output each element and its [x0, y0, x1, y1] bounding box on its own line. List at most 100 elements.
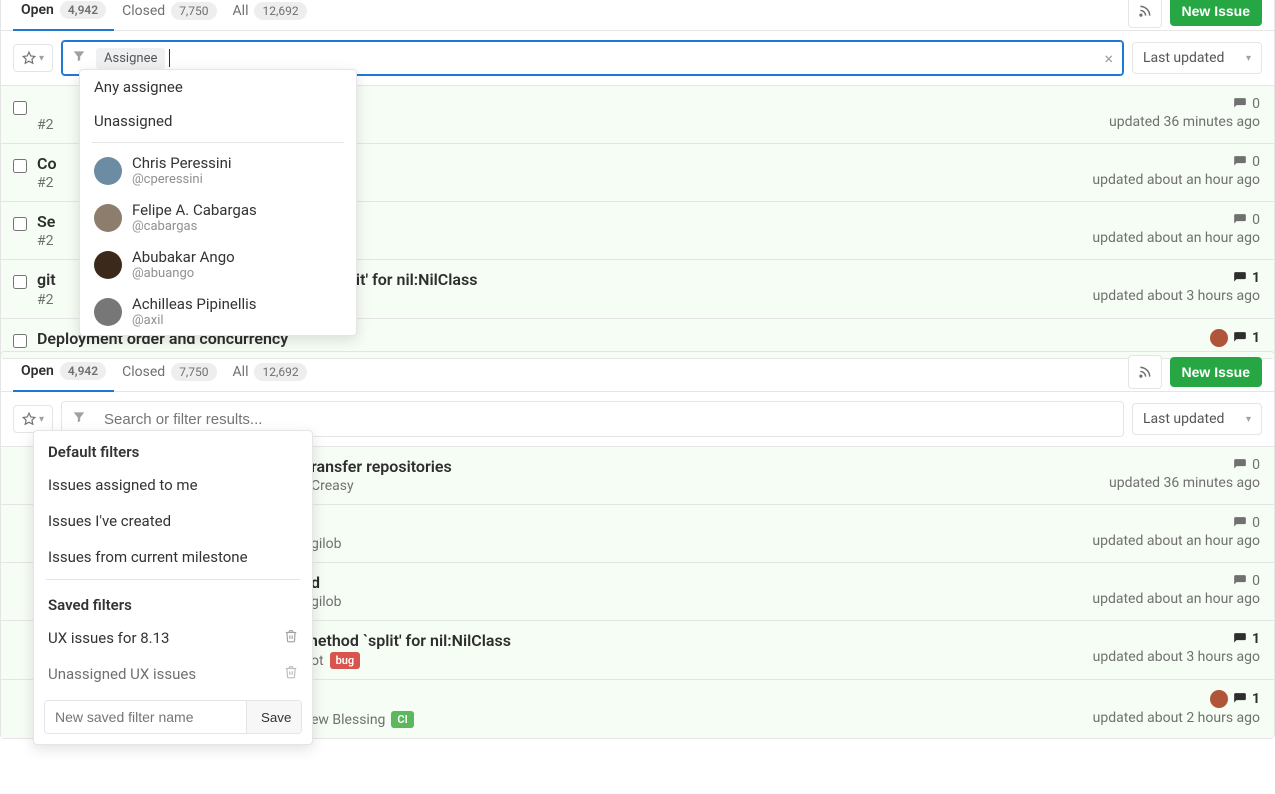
tab-closed-label: Closed [122, 3, 165, 19]
chevron-down-icon: ▾ [1246, 414, 1251, 425]
trash-icon[interactable] [284, 665, 298, 683]
default-filters-header: Default filters [34, 431, 312, 467]
comment-count: 0 [1233, 154, 1260, 170]
assignee-avatar [1210, 329, 1228, 347]
tab-open[interactable]: Open 4,942 [13, 0, 114, 31]
sort-label: Last updated [1143, 411, 1224, 427]
label-ci: CI [391, 711, 413, 728]
issue-meta: Creasy [311, 478, 452, 494]
filter-created-by-me[interactable]: Issues I've created [34, 503, 312, 539]
text-cursor [169, 49, 170, 67]
tab-all-label: All [233, 3, 249, 19]
issue-meta: #2 [37, 175, 57, 191]
sort-label: Last updated [1143, 50, 1224, 66]
issue-title: d [311, 573, 342, 592]
star-icon [22, 412, 36, 426]
saved-filters-dropdown: Default filters Issues assigned to me Is… [33, 430, 313, 745]
assignee-unassigned[interactable]: Unassigned [80, 104, 356, 138]
assignee-user[interactable]: Chris Peressini@cperessini [80, 147, 356, 194]
user-name: Chris Peressini [132, 154, 232, 172]
tab-all-label: All [233, 364, 249, 380]
star-icon [22, 51, 36, 65]
assignee-user[interactable]: Felipe A. Cabargas@cabargas [80, 194, 356, 241]
issue-checkbox[interactable] [13, 159, 27, 173]
comment-count: 0 [1233, 515, 1260, 531]
sort-dropdown[interactable]: Last updated ▾ [1132, 42, 1262, 74]
trash-icon[interactable] [284, 629, 298, 647]
comments-icon [1233, 632, 1247, 646]
user-name: Achilleas Pipinellis [132, 295, 257, 313]
comments-icon [1233, 97, 1247, 111]
tab-open-count: 4,942 [60, 1, 106, 19]
tab-open[interactable]: Open 4,942 [13, 352, 114, 392]
issue-meta: ew BlessingCI [311, 711, 414, 728]
user-handle: @axil [132, 313, 257, 328]
avatar [94, 298, 122, 326]
comments-icon [1233, 516, 1247, 530]
comment-count: 1 [1233, 270, 1260, 286]
tab-closed-label: Closed [122, 364, 165, 380]
issue-title: Se [37, 212, 55, 231]
updated-at: updated about an hour ago [1092, 533, 1260, 549]
saved-filters-menu[interactable]: ▾ [13, 405, 53, 433]
updated-at: updated about an hour ago [1092, 230, 1260, 246]
user-name: Abubakar Ango [132, 248, 235, 266]
save-filter-button[interactable]: Save [246, 701, 302, 733]
new-filter-name-input[interactable] [45, 701, 246, 733]
assignee-dropdown: Any assignee Unassigned Chris Peressini@… [79, 69, 357, 336]
updated-at: updated 36 minutes ago [1109, 114, 1260, 130]
comments-icon [1233, 155, 1247, 169]
tab-open-count: 4,942 [60, 362, 106, 380]
issue-title [311, 690, 414, 709]
comments-icon [1233, 213, 1247, 227]
tab-closed-count: 7,750 [171, 363, 216, 381]
issue-title: ransfer repositories [311, 457, 452, 476]
tab-all[interactable]: All 12,692 [225, 353, 315, 391]
filter-icon [62, 49, 96, 67]
rss-button[interactable] [1128, 0, 1162, 28]
search-input[interactable] [96, 411, 1123, 428]
issue-meta: gilob [311, 536, 342, 552]
comment-count: 1 [1210, 690, 1260, 708]
filter-icon [62, 410, 96, 428]
label-bug: bug [330, 652, 361, 669]
updated-at: updated about 3 hours ago [1093, 649, 1260, 665]
assignee-user[interactable]: Abubakar Ango@abuango [80, 241, 356, 288]
issue-checkbox[interactable] [13, 334, 27, 348]
saved-filter-item[interactable]: Unassigned UX issues [34, 656, 312, 692]
user-handle: @cperessini [132, 172, 232, 187]
chevron-down-icon: ▾ [39, 53, 44, 64]
issue-checkbox[interactable] [13, 275, 27, 289]
tab-closed[interactable]: Closed 7,750 [114, 353, 224, 391]
filter-assigned-to-me[interactable]: Issues assigned to me [34, 467, 312, 503]
rss-button[interactable] [1128, 355, 1162, 389]
avatar [94, 204, 122, 232]
issue-checkbox[interactable] [13, 217, 27, 231]
divider [46, 579, 300, 580]
tab-all[interactable]: All 12,692 [225, 0, 315, 30]
tab-open-label: Open [21, 363, 54, 379]
comments-icon [1233, 458, 1247, 472]
new-issue-button[interactable]: New Issue [1170, 357, 1262, 387]
assignee-user[interactable]: Achilleas Pipinellis@axil [80, 288, 356, 335]
issue-checkbox[interactable] [13, 101, 27, 115]
filter-current-milestone[interactable]: Issues from current milestone [34, 539, 312, 575]
tab-closed[interactable]: Closed 7,750 [114, 0, 224, 30]
assignee-any[interactable]: Any assignee [80, 70, 356, 104]
updated-at: updated 36 minutes ago [1109, 475, 1260, 491]
comment-count: 1 [1233, 631, 1260, 647]
tab-open-label: Open [21, 2, 54, 18]
sort-dropdown[interactable]: Last updated ▾ [1132, 403, 1262, 435]
updated-at: updated about 2 hours ago [1093, 710, 1260, 726]
saved-filter-item[interactable]: UX issues for 8.13 [34, 620, 312, 656]
issue-meta: otbug [291, 652, 511, 669]
saved-filters-menu[interactable]: ▾ [13, 44, 53, 72]
clear-filter-button[interactable]: × [1094, 49, 1123, 68]
avatar [94, 251, 122, 279]
new-issue-button[interactable]: New Issue [1170, 0, 1262, 26]
comment-count: 0 [1233, 573, 1260, 589]
saved-filter-label: Unassigned UX issues [48, 665, 196, 683]
avatar [94, 157, 122, 185]
filter-chip-assignee[interactable]: Assignee [96, 48, 165, 69]
issue-meta: gilob [311, 594, 342, 610]
